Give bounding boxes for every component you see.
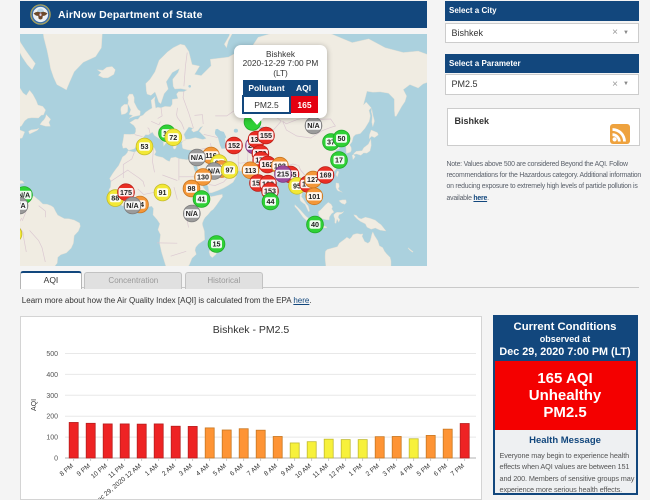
svg-text:15: 15 bbox=[212, 239, 220, 248]
svg-text:175: 175 bbox=[120, 187, 132, 196]
svg-text:300: 300 bbox=[46, 393, 58, 400]
svg-text:17: 17 bbox=[335, 155, 343, 164]
svg-text:Bishkek - PM2.5: Bishkek - PM2.5 bbox=[212, 324, 289, 336]
svg-text:400: 400 bbox=[46, 372, 58, 379]
svg-text:N/A: N/A bbox=[190, 153, 202, 162]
svg-text:41: 41 bbox=[197, 194, 205, 203]
svg-text:2 AM: 2 AM bbox=[160, 463, 176, 478]
svg-text:5 AM: 5 AM bbox=[211, 463, 227, 478]
svg-text:3 PM: 3 PM bbox=[381, 463, 397, 478]
svg-text:0: 0 bbox=[54, 456, 58, 463]
svg-text:100: 100 bbox=[46, 435, 58, 442]
svg-text:98: 98 bbox=[187, 184, 195, 193]
svg-text:N/A: N/A bbox=[307, 121, 319, 130]
svg-text:12 PM: 12 PM bbox=[327, 463, 346, 481]
svg-text:8 AM: 8 AM bbox=[262, 463, 278, 478]
svg-text:4 AM: 4 AM bbox=[194, 463, 210, 478]
svg-text:40: 40 bbox=[311, 220, 319, 229]
svg-text:72: 72 bbox=[169, 132, 177, 141]
svg-text:53: 53 bbox=[140, 142, 148, 151]
svg-text:2 PM: 2 PM bbox=[364, 463, 380, 478]
svg-text:3 AM: 3 AM bbox=[177, 463, 193, 478]
svg-text:155: 155 bbox=[260, 131, 272, 140]
svg-text:6 PM: 6 PM bbox=[432, 463, 448, 478]
svg-text:97: 97 bbox=[225, 165, 233, 174]
svg-text:7 AM: 7 AM bbox=[245, 463, 261, 478]
svg-text:215: 215 bbox=[277, 169, 289, 178]
svg-text:5 PM: 5 PM bbox=[415, 463, 431, 478]
svg-text:6 AM: 6 AM bbox=[228, 463, 244, 478]
svg-text:169: 169 bbox=[319, 170, 331, 179]
svg-text:101: 101 bbox=[308, 191, 320, 200]
svg-text:91: 91 bbox=[158, 188, 166, 197]
svg-text:113: 113 bbox=[244, 165, 256, 174]
svg-text:500: 500 bbox=[46, 351, 58, 358]
svg-text:AQI: AQI bbox=[31, 399, 38, 411]
svg-text:130: 130 bbox=[197, 172, 209, 181]
svg-text:4 PM: 4 PM bbox=[398, 463, 414, 478]
svg-text:50: 50 bbox=[337, 134, 345, 143]
svg-text:44: 44 bbox=[266, 197, 274, 206]
svg-text:N/A: N/A bbox=[20, 201, 26, 210]
svg-text:10 PM: 10 PM bbox=[89, 463, 108, 481]
svg-text:7 PM: 7 PM bbox=[449, 463, 465, 478]
svg-text:N/A: N/A bbox=[126, 201, 138, 210]
svg-text:152: 152 bbox=[228, 141, 240, 150]
svg-text:200: 200 bbox=[46, 414, 58, 421]
svg-text:N/A: N/A bbox=[185, 209, 197, 218]
svg-text:1 PM: 1 PM bbox=[347, 463, 363, 478]
svg-text:10 AM: 10 AM bbox=[294, 463, 313, 480]
svg-text:1 AM: 1 AM bbox=[143, 463, 159, 478]
svg-text:11 AM: 11 AM bbox=[311, 463, 329, 480]
svg-text:8 PM: 8 PM bbox=[58, 463, 74, 478]
